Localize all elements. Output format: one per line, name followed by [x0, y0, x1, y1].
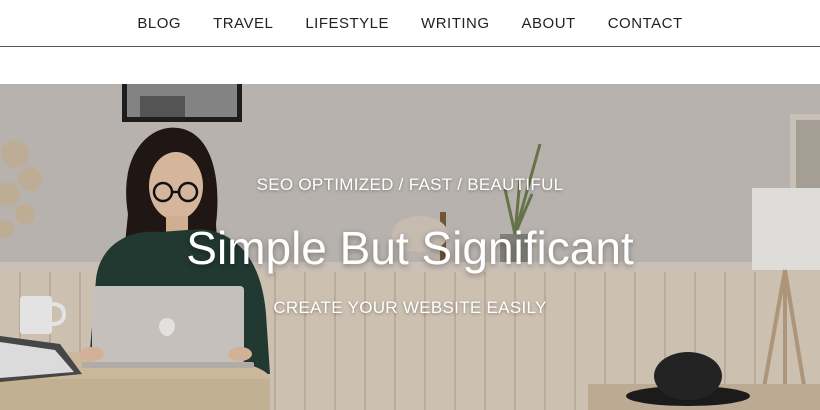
- page: BLOG TRAVEL LIFESTYLE WRITING ABOUT CONT…: [0, 0, 820, 410]
- hero-banner: SEO OPTIMIZED / FAST / BEAUTIFUL Simple …: [0, 84, 820, 410]
- nav-link-travel[interactable]: TRAVEL: [197, 0, 289, 47]
- top-navigation: BLOG TRAVEL LIFESTYLE WRITING ABOUT CONT…: [0, 0, 820, 47]
- hero-tagline: SEO OPTIMIZED / FAST / BEAUTIFUL: [256, 175, 564, 194]
- nav-link-writing[interactable]: WRITING: [405, 0, 506, 47]
- hero-title: Simple But Significant: [186, 222, 634, 274]
- hero-subtitle-link[interactable]: CREATE YOUR WEBSITE EASILY: [0, 298, 820, 318]
- nav-link-lifestyle[interactable]: LIFESTYLE: [289, 0, 405, 47]
- hero-text-overlay: SEO OPTIMIZED / FAST / BEAUTIFUL Simple …: [0, 84, 820, 410]
- nav-link-contact[interactable]: CONTACT: [592, 0, 699, 47]
- nav-link-about[interactable]: ABOUT: [506, 0, 592, 47]
- nav-link-blog[interactable]: BLOG: [121, 0, 197, 47]
